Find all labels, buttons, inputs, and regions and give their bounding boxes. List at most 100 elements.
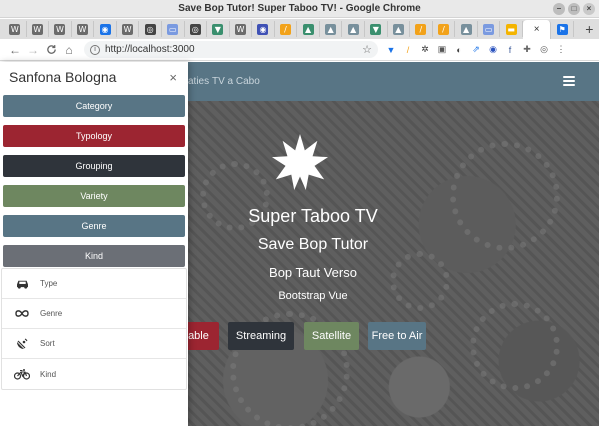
- nav-link-partial[interactable]: aties: [188, 76, 209, 87]
- browser-tab[interactable]: ▬: [500, 21, 523, 37]
- satellite-dish-icon: [14, 338, 30, 350]
- nav-link-tv-a-cabo[interactable]: TV a Cabo: [212, 76, 260, 87]
- browser-tab[interactable]: ▲: [342, 21, 365, 37]
- extension-icon[interactable]: ⋮: [554, 43, 568, 57]
- sidebar-close-button[interactable]: ×: [169, 70, 177, 85]
- reload-button[interactable]: [42, 41, 60, 59]
- star-logo-icon: [271, 133, 329, 191]
- tab-favicon-icon: ▼: [212, 23, 224, 35]
- tab-favicon-icon: ◉: [257, 23, 269, 35]
- tab-favicon-icon: W: [122, 23, 134, 35]
- extension-icon[interactable]: /: [401, 43, 415, 57]
- url-field[interactable]: i http://localhost:3000 ☆: [84, 41, 378, 58]
- category-button[interactable]: Category: [3, 95, 185, 117]
- browser-tab[interactable]: ▼: [365, 21, 388, 37]
- bicycle-icon: [14, 368, 30, 380]
- list-item-label: Kind: [40, 369, 57, 379]
- tab-favicon-icon: W: [76, 23, 88, 35]
- tab-favicon-icon: ▲: [347, 23, 359, 35]
- browser-tab[interactable]: /: [275, 21, 298, 37]
- browser-tab[interactable]: W: [72, 21, 95, 37]
- tab-favicon-icon: ⚑: [556, 23, 568, 35]
- window-controls: – □ ×: [553, 3, 595, 15]
- extension-icon[interactable]: ▣: [435, 43, 449, 57]
- browser-tab[interactable]: ▲: [455, 21, 478, 37]
- extension-icon[interactable]: ✲: [418, 43, 432, 57]
- browser-tab[interactable]: ▭: [478, 21, 501, 37]
- tab-favicon-icon: ▭: [483, 23, 495, 35]
- genre-button[interactable]: Genre: [3, 215, 185, 237]
- browser-tab[interactable]: W: [4, 21, 27, 37]
- bookmark-star-icon[interactable]: ☆: [362, 43, 372, 56]
- list-item-genre[interactable]: Genre: [2, 299, 186, 329]
- browser-tab[interactable]: ▭: [162, 21, 185, 37]
- extension-icon[interactable]: ⇗: [469, 43, 483, 57]
- browser-tab[interactable]: ▲: [388, 21, 411, 37]
- browser-tab[interactable]: ◎: [185, 21, 208, 37]
- tab-favicon-icon: /: [437, 23, 449, 35]
- window-title: Save Bop Tutor! Super Taboo TV! - Google…: [178, 3, 421, 14]
- browser-tab[interactable]: ◉: [252, 21, 275, 37]
- grouping-button[interactable]: Grouping: [3, 155, 185, 177]
- extension-icon[interactable]: ✚: [520, 43, 534, 57]
- browser-tab[interactable]: ▲: [297, 21, 320, 37]
- list-item-label: Genre: [40, 309, 63, 318]
- extension-icon[interactable]: ▼: [384, 43, 398, 57]
- extension-icon[interactable]: ◉: [486, 43, 500, 57]
- kind-button[interactable]: Kind: [3, 245, 185, 267]
- tab-favicon-icon: ▭: [167, 23, 179, 35]
- close-window-button[interactable]: ×: [583, 3, 595, 15]
- hero-framework: Bootstrap Vue: [278, 290, 348, 302]
- list-item-label: Type: [40, 279, 58, 288]
- reload-icon: [46, 45, 56, 54]
- list-item-type[interactable]: Type: [2, 269, 186, 299]
- browser-tab[interactable]: ◉: [94, 21, 117, 37]
- forward-button[interactable]: →: [24, 41, 42, 59]
- active-tab[interactable]: ×: [522, 20, 552, 39]
- tab-favicon-icon: /: [415, 23, 427, 35]
- streaming-button[interactable]: Streaming: [228, 322, 294, 350]
- browser-tab[interactable]: /: [433, 21, 456, 37]
- hero-title: Super Taboo TV: [248, 206, 378, 226]
- tab-favicon-icon: ◉: [99, 23, 111, 35]
- minimize-button[interactable]: –: [553, 3, 565, 15]
- browser-tab[interactable]: W: [49, 21, 72, 37]
- typology-button[interactable]: Typology: [3, 125, 185, 147]
- tab-favicon-icon: ▲: [302, 23, 314, 35]
- site-info-icon[interactable]: i: [90, 44, 100, 55]
- browser-tab[interactable]: ▲: [320, 21, 343, 37]
- extension-icon[interactable]: ◎: [537, 43, 551, 57]
- hamburger-menu-icon[interactable]: [563, 76, 575, 86]
- browser-tab[interactable]: W: [27, 21, 50, 37]
- list-item-kind[interactable]: Kind: [2, 359, 186, 389]
- extension-icon[interactable]: f: [503, 43, 517, 57]
- back-button[interactable]: ←: [6, 41, 24, 59]
- tab-favicon-icon: ◎: [189, 23, 201, 35]
- browser-tab[interactable]: ⚑: [551, 21, 574, 37]
- browser-tab[interactable]: W: [117, 21, 140, 37]
- maximize-button[interactable]: □: [568, 3, 580, 15]
- hero-tagline: Bop Taut Verso: [269, 265, 357, 280]
- window-titlebar: Save Bop Tutor! Super Taboo TV! - Google…: [0, 0, 599, 18]
- free-to-air-button[interactable]: Free to Air: [368, 322, 426, 350]
- tab-favicon-icon: ▼: [370, 23, 382, 35]
- extension-icon[interactable]: ◐: [452, 43, 466, 57]
- sidebar-title: Sanfona Bologna: [9, 69, 117, 85]
- tab-strip: W W W W ◉ W ◎ ▭ ◎ ▼ W ◉ / ▲ ▲ ▲ ▼ ▲ / / ▲ ▭ ▬ × ⚑ +: [0, 19, 599, 39]
- browser-tab[interactable]: /: [410, 21, 433, 37]
- tab-favicon-icon: W: [234, 23, 246, 35]
- list-item-sort[interactable]: Sort: [2, 329, 186, 359]
- satellite-button[interactable]: Satellite: [304, 322, 359, 350]
- infinity-icon: [14, 308, 30, 320]
- close-tab-icon[interactable]: ×: [534, 24, 540, 35]
- browser-tab[interactable]: ◎: [139, 21, 162, 37]
- new-tab-button[interactable]: +: [580, 21, 599, 37]
- variety-button[interactable]: Variety: [3, 185, 185, 207]
- tab-favicon-icon: W: [31, 23, 43, 35]
- browser-tab[interactable]: W: [230, 21, 253, 37]
- home-button[interactable]: ⌂: [60, 41, 78, 59]
- browser-tab[interactable]: ▼: [207, 21, 230, 37]
- car-icon: [14, 278, 30, 290]
- url-text: http://localhost:3000: [105, 44, 195, 55]
- gear-decoration: [450, 141, 560, 251]
